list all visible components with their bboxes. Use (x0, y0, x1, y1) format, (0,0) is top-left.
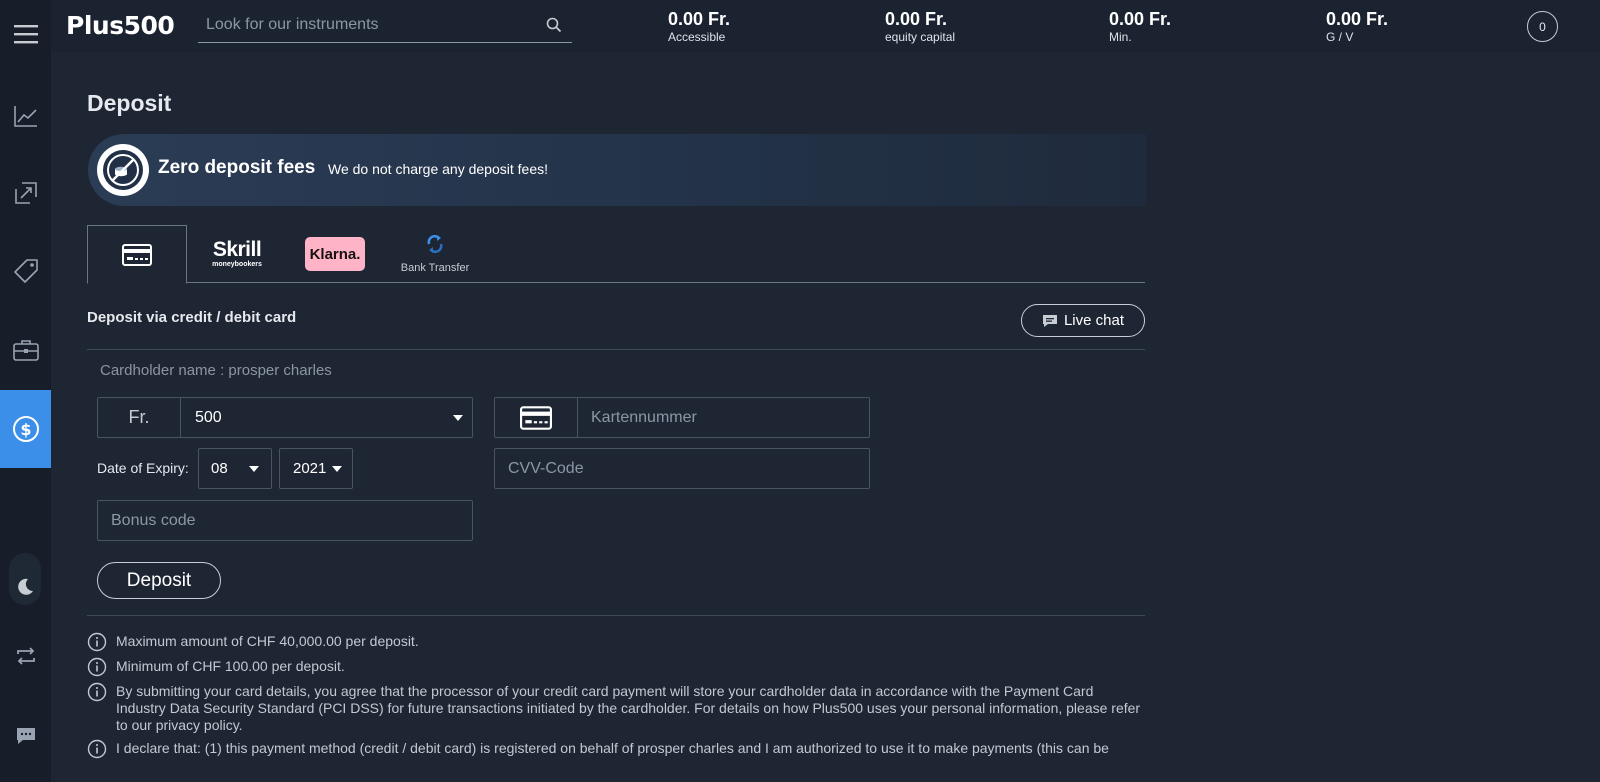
sidebar-item-funds[interactable]: $ (0, 390, 51, 468)
logo[interactable]: Plus500 (66, 8, 175, 44)
notification-badge[interactable]: 0 (1527, 11, 1558, 42)
currency-label: Fr. (98, 398, 181, 437)
deposit-notes: Maximum amount of CHF 40,000.00 per depo… (87, 632, 1147, 764)
zero-fees-banner: Zero deposit fees We do not charge any d… (88, 134, 1146, 206)
stat-value: 0.00 Fr. (1326, 9, 1389, 29)
chevron-down-icon (249, 466, 259, 472)
note-item: By submitting your card details, you agr… (87, 682, 1147, 734)
divider (87, 615, 1145, 616)
trade-arrows-icon (14, 182, 37, 204)
credit-card-icon (520, 405, 552, 430)
stat-label: equity capital (885, 30, 956, 44)
chat-button[interactable] (0, 710, 51, 762)
hamburger-icon (13, 25, 38, 44)
credit-card-icon (122, 243, 152, 266)
expiry-month-value: 08 (211, 460, 228, 477)
payment-method-tabs: Skrill moneybookers Klarna. Bank Transfe… (87, 225, 1145, 284)
search-input[interactable] (206, 10, 526, 40)
card-number-input[interactable]: Kartennummer (591, 398, 697, 437)
sidebar-item-promotions[interactable] (0, 245, 51, 297)
expiry-year-select[interactable]: 2021 (279, 448, 353, 489)
sidebar: $ (0, 0, 51, 782)
logo-text: Plus500 (66, 11, 175, 40)
note-text: I declare that: (1) this payment method … (116, 740, 1109, 756)
skrill-logo: Skrill (212, 238, 262, 261)
search-bar (198, 10, 572, 43)
stat-label: Accessible (668, 30, 726, 44)
amount-select[interactable]: 500 (195, 398, 222, 437)
cvv-field[interactable]: CVV-Code (494, 448, 870, 489)
cardholder-name: Cardholder name : prosper charles (100, 362, 332, 379)
banner-title: Zero deposit fees (158, 157, 316, 178)
tag-icon (13, 259, 38, 283)
stat-value: 0.00 Fr. (885, 9, 948, 29)
section-title: Deposit via credit / debit card (87, 309, 297, 326)
sidebar-item-charts[interactable] (0, 90, 51, 142)
klarna-logo: Klarna. (309, 245, 361, 263)
expiry-month-select[interactable]: 08 (198, 448, 272, 489)
note-item: Maximum amount of CHF 40,000.00 per depo… (87, 632, 1147, 652)
theme-toggle[interactable] (9, 553, 41, 605)
stat-value: 0.00 Fr. (1109, 9, 1172, 29)
stat-gv: 0.00 Fr. G / V (1326, 8, 1388, 44)
bank-transfer-icon (427, 234, 443, 254)
stat-value: 0.00 Fr. (668, 9, 731, 29)
skrill-subtitle: moneybookers (212, 261, 262, 268)
note-item: I declare that: (1) this payment method … (87, 739, 1147, 759)
expiry-label: Date of Expiry: (97, 460, 189, 476)
search-icon[interactable] (546, 17, 562, 33)
sidebar-item-trade[interactable] (0, 167, 51, 219)
switch-account-button[interactable] (0, 630, 51, 682)
live-chat-button[interactable]: Live chat (1021, 304, 1145, 337)
info-icon (87, 682, 107, 702)
deposit-button[interactable]: Deposit (97, 562, 221, 599)
tab-credit-card[interactable] (87, 225, 187, 284)
note-item: Minimum of CHF 100.00 per deposit. (87, 657, 1147, 677)
info-icon (87, 657, 107, 677)
bonus-code-input[interactable]: Bonus code (111, 501, 196, 540)
chart-line-icon (13, 106, 37, 127)
menu-button[interactable] (0, 8, 51, 60)
note-text: By submitting your card details, you agr… (116, 683, 1141, 733)
tab-klarna[interactable]: Klarna. (305, 237, 365, 271)
moon-icon (18, 578, 33, 595)
expiry-year-value: 2021 (293, 460, 327, 477)
chevron-down-icon (332, 466, 342, 472)
divider (87, 349, 1145, 350)
note-text: Minimum of CHF 100.00 per deposit. (116, 658, 345, 674)
tab-skrill[interactable]: Skrill moneybookers (207, 239, 267, 269)
banner-subtitle: We do not charge any deposit fees! (328, 161, 548, 177)
bank-transfer-label: Bank Transfer (400, 262, 470, 274)
cvv-input[interactable]: CVV-Code (508, 449, 584, 488)
no-fees-icon (97, 144, 149, 196)
tab-bank-transfer[interactable]: Bank Transfer (395, 233, 475, 274)
dollar-circle-icon: $ (12, 416, 39, 442)
stat-label: Min. (1109, 30, 1132, 44)
chevron-down-icon[interactable] (453, 415, 463, 421)
note-text: Maximum amount of CHF 40,000.00 per depo… (116, 633, 419, 649)
sidebar-item-portfolio[interactable] (0, 324, 51, 376)
svg-text:$: $ (20, 420, 31, 439)
card-number-field: Kartennummer (494, 397, 870, 438)
swap-icon (16, 647, 35, 665)
page-title: Deposit (87, 90, 172, 116)
chat-bubble-icon (1042, 314, 1057, 327)
live-chat-label: Live chat (1063, 312, 1125, 329)
stat-min: 0.00 Fr. Min. (1109, 8, 1171, 44)
card-number-icon (495, 398, 578, 437)
briefcase-icon (12, 340, 39, 361)
stat-label: G / V (1326, 30, 1354, 44)
stat-equity: 0.00 Fr. equity capital (885, 8, 955, 44)
bonus-code-field[interactable]: Bonus code (97, 500, 473, 541)
info-icon (87, 632, 107, 652)
stat-accessible: 0.00 Fr. Accessible (668, 8, 730, 44)
chat-icon (16, 728, 35, 744)
amount-field: Fr. 500 (97, 397, 473, 438)
info-icon (87, 739, 107, 759)
